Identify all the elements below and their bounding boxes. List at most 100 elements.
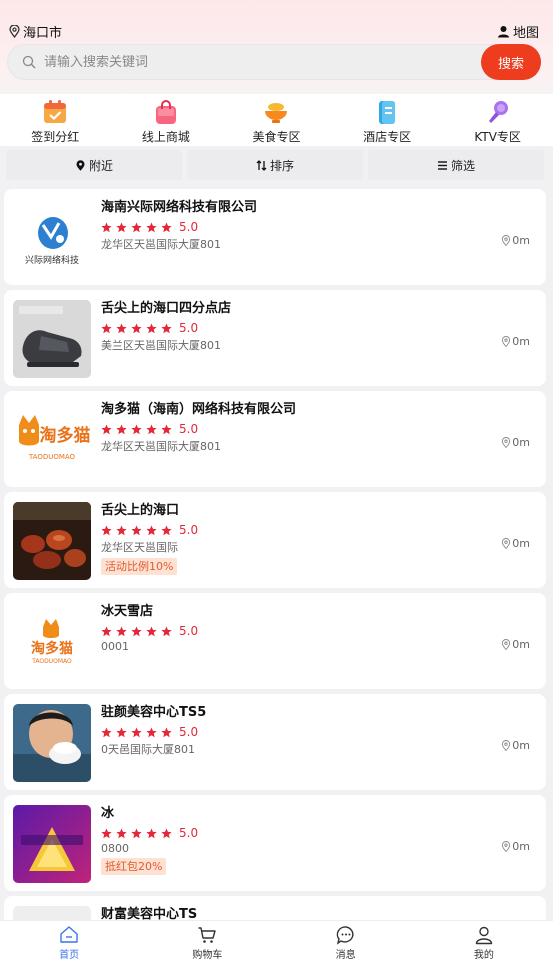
tab-profile[interactable]: 我的: [415, 921, 553, 964]
distance-value: 0m: [512, 638, 530, 651]
shop-logo: 淘多猫 TAODUOMAO: [13, 603, 91, 681]
star-icon: [146, 524, 157, 535]
star-rating: [101, 524, 176, 536]
shop-distance: 0m: [501, 739, 530, 752]
shop-card[interactable]: 驻颜美容中心TS5 5.0 0天邑国际大厦801 0m: [4, 694, 546, 790]
category-ktv[interactable]: KTV专区: [442, 94, 553, 146]
tab-label: 首页: [59, 949, 80, 961]
category-online-mall[interactable]: 线上商城: [111, 94, 222, 146]
shop-name: 淘多猫（海南）网络科技有限公司: [101, 402, 297, 417]
search-button[interactable]: 搜索: [481, 44, 541, 80]
star-icon: [146, 423, 157, 434]
category-hotel[interactable]: 酒店专区: [332, 94, 443, 146]
star-icon: [101, 524, 112, 535]
shop-card[interactable]: 冰 5.0 0800 抵红包20% 0m: [4, 795, 546, 891]
star-icon: [131, 625, 142, 636]
filter-label: 筛选: [450, 158, 475, 173]
search-bar: 搜索: [7, 44, 541, 80]
category-label: 美食专区: [252, 130, 301, 144]
food-bowl-icon: [265, 103, 288, 123]
category-checkin[interactable]: 签到分红: [0, 94, 111, 146]
distance-value: 0m: [512, 537, 530, 550]
location-pin-icon: [502, 538, 511, 549]
star-icon: [161, 726, 172, 737]
city-selector[interactable]: 海口市: [9, 22, 62, 41]
tab-cart[interactable]: 购物车: [138, 921, 276, 964]
star-icon: [116, 423, 127, 434]
star-icon: [116, 221, 127, 232]
star-icon: [146, 625, 157, 636]
tab-home[interactable]: 首页: [0, 921, 138, 964]
category-food[interactable]: 美食专区: [221, 94, 332, 146]
search-icon: [22, 55, 36, 69]
shop-card[interactable]: 舌尖上的海口四分点店 5.0 美兰区天邕国际大厦801 0m: [4, 290, 546, 386]
shop-distance: 0m: [501, 234, 530, 247]
sort-icon: [256, 159, 267, 171]
shop-address: 龙华区天邕国际: [101, 541, 178, 554]
star-icon: [146, 726, 157, 737]
map-button[interactable]: 地图: [497, 22, 539, 41]
tab-label: 购物车: [192, 949, 223, 961]
rating-score: 5.0: [179, 321, 199, 335]
shop-distance: 0m: [501, 537, 530, 550]
shop-card[interactable]: 兴际网络科技 海南兴际网络科技有限公司 5.0 龙华区天邕国际大厦801 0m: [4, 189, 546, 285]
star-icon: [101, 221, 112, 232]
star-icon: [131, 726, 142, 737]
logo-subtext: TAODUOMAO: [31, 658, 72, 665]
category-label: KTV专区: [474, 130, 521, 144]
shop-card[interactable]: 舌尖上的海口 5.0 龙华区天邕国际 活动比例10% 0m: [4, 492, 546, 588]
cart-icon: [198, 926, 217, 943]
shop-card[interactable]: 淘多猫 TAODUOMAO 淘多猫（海南）网络科技有限公司 5.0 龙华区天邕国…: [4, 391, 546, 487]
star-rating: [101, 221, 176, 233]
star-icon: [101, 726, 112, 737]
location-pin-icon: [502, 437, 511, 448]
star-icon: [146, 827, 157, 838]
tab-messages[interactable]: 消息: [277, 921, 415, 964]
location-pin-icon: [76, 159, 85, 171]
shop-address: 0001: [101, 640, 129, 653]
star-icon: [131, 221, 142, 232]
filter-sort[interactable]: 排序: [187, 150, 363, 180]
shop-address: 龙华区天邕国际大厦801: [101, 440, 221, 453]
shopping-bag-icon: [155, 100, 176, 124]
rating-score: 5.0: [179, 624, 199, 638]
shop-logo: 淘多猫 TAODUOMAO: [13, 401, 91, 479]
rating: 5.0: [101, 826, 486, 840]
shop-name: 冰: [101, 806, 115, 821]
user-icon: [497, 25, 509, 37]
star-icon: [161, 625, 172, 636]
shop-address: 0800: [101, 842, 129, 855]
shop-address: 美兰区天邕国际大厦801: [101, 339, 221, 352]
filter-nearby[interactable]: 附近: [6, 150, 182, 180]
shop-distance: 0m: [501, 335, 530, 348]
logo-subtext: TAODUOMAO: [28, 453, 76, 461]
rating-score: 5.0: [179, 826, 199, 840]
tab-label: 我的: [473, 949, 494, 961]
star-icon: [116, 625, 127, 636]
filter-screen[interactable]: 筛选: [368, 150, 544, 180]
shop-name: 舌尖上的海口: [101, 503, 180, 518]
location-pin-icon: [502, 336, 511, 347]
star-icon: [116, 726, 127, 737]
star-icon: [131, 423, 142, 434]
star-icon: [131, 322, 142, 333]
rating: 5.0: [101, 422, 486, 436]
shop-name: 冰天雪店: [101, 604, 154, 619]
map-label: 地图: [512, 25, 539, 41]
distance-value: 0m: [512, 840, 530, 853]
star-icon: [116, 827, 127, 838]
user-icon: [475, 926, 493, 944]
star-icon: [101, 625, 112, 636]
star-icon: [146, 221, 157, 232]
logo-text: 淘多猫: [40, 425, 91, 446]
star-icon: [161, 221, 172, 232]
category-nav: 签到分红 线上商城 美食专区 酒店专区 KTV专区: [0, 94, 553, 146]
top-bar: 海口市 地图: [0, 20, 553, 42]
distance-value: 0m: [512, 234, 530, 247]
rating: 5.0: [101, 624, 486, 638]
star-icon: [161, 322, 172, 333]
shop-name: 舌尖上的海口四分点店: [101, 301, 232, 316]
search-input[interactable]: [44, 54, 510, 70]
shop-card[interactable]: 淘多猫 TAODUOMAO 冰天雪店 5.0 0001 0m: [4, 593, 546, 689]
shop-list: 兴际网络科技 海南兴际网络科技有限公司 5.0 龙华区天邕国际大厦801 0m: [4, 189, 546, 964]
